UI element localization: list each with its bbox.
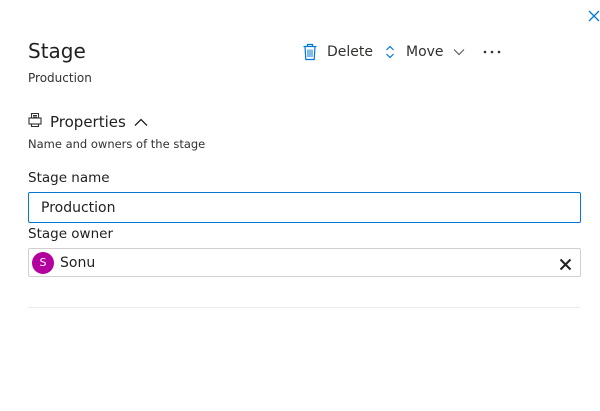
clear-x-icon — [559, 258, 572, 271]
delete-button[interactable]: Delete — [302, 40, 373, 64]
stage-owner-label: Stage owner — [28, 226, 114, 242]
stage-owner-picker[interactable]: S Sonu — [28, 248, 581, 277]
properties-description: Name and owners of the stage — [28, 137, 206, 151]
clear-owner-button[interactable] — [559, 256, 572, 271]
stage-name-label: Stage name — [28, 170, 110, 186]
panel-subtitle: Production — [28, 71, 92, 85]
properties-section-toggle[interactable]: Properties — [28, 110, 148, 134]
owner-name: Sonu — [60, 254, 96, 271]
move-button[interactable]: Move — [385, 40, 465, 64]
printer-icon — [28, 112, 42, 132]
avatar: S — [32, 251, 54, 274]
trash-icon — [302, 43, 318, 61]
properties-heading: Properties — [50, 113, 126, 131]
more-options-button[interactable] — [480, 40, 506, 64]
more-ellipsis-icon — [483, 50, 501, 54]
move-label: Move — [406, 44, 444, 60]
close-panel-button[interactable] — [586, 8, 600, 24]
stage-name-input[interactable] — [28, 192, 581, 223]
panel-title: Stage — [28, 39, 86, 63]
close-icon — [588, 10, 600, 22]
section-divider — [28, 307, 581, 308]
chevron-up-icon — [134, 113, 148, 131]
delete-label: Delete — [327, 44, 373, 60]
chevron-down-icon — [453, 48, 465, 56]
up-down-arrows-icon — [385, 45, 395, 59]
